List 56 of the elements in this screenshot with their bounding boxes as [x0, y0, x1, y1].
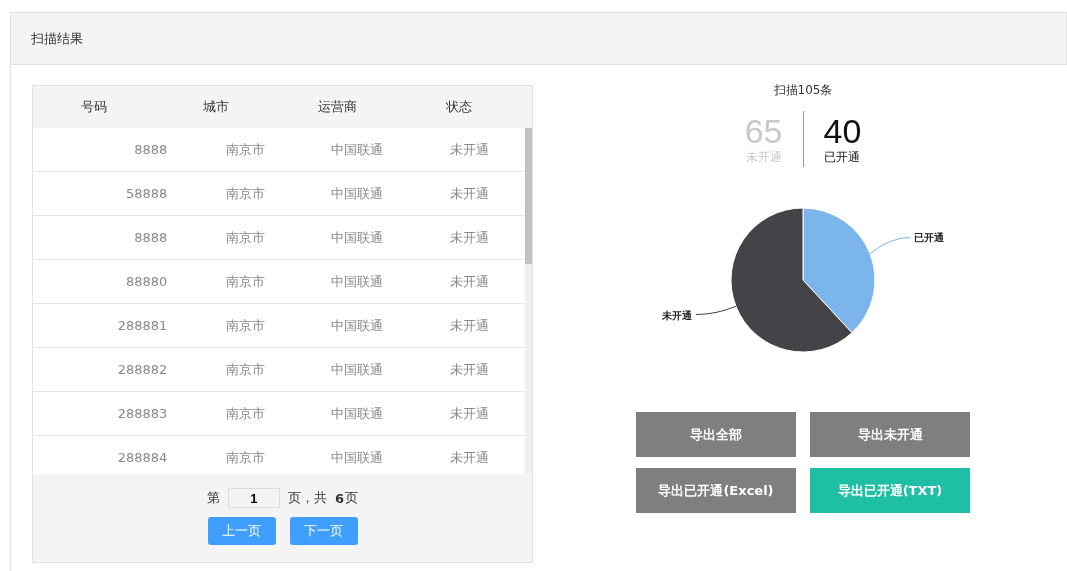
table-cell-text: 南京市	[224, 272, 266, 291]
slice-label: 已开通	[914, 232, 945, 244]
table-cell-text: 未开通	[448, 316, 490, 335]
scan-count: 扫描105条	[773, 82, 833, 99]
table-cell-text: 中国联通	[330, 448, 385, 467]
table-cell-text: 南京市	[224, 448, 266, 467]
table-cell-text: 南京市	[224, 316, 266, 335]
table-cell-text: 88880	[124, 274, 169, 289]
export-button[interactable]: 导出未开通	[810, 412, 970, 457]
table-cell-text: 中国联通	[330, 184, 385, 203]
table-cell-text: 288884	[116, 450, 169, 465]
panel-title: 扫描结果	[31, 29, 83, 48]
table-cell-text: 未开通	[448, 360, 490, 379]
leader-line	[869, 237, 911, 255]
prev-page-button[interactable]: 上一页	[207, 517, 276, 545]
table-cell-text: 未开通	[448, 272, 490, 291]
table-cell-text: 南京市	[224, 404, 266, 423]
table-cell-text: 南京市	[224, 184, 266, 203]
table-cell-text: 58888	[124, 186, 169, 201]
table-cell-text: 8888	[133, 142, 169, 157]
page-label: 页，共	[287, 489, 327, 507]
slice-label: 未开通	[661, 309, 692, 321]
table-cell-text: 288881	[116, 318, 169, 333]
table-cell-text: 中国联通	[330, 140, 385, 159]
table-cell-text: 南京市	[224, 360, 266, 379]
export-button[interactable]: 导出已开通(Excel)	[636, 468, 796, 513]
table-cell-text: 未开通	[448, 448, 490, 467]
table-cell-text: 中国联通	[330, 316, 385, 335]
table-cell-text: 未开通	[448, 228, 490, 247]
page-total: 6	[334, 490, 344, 506]
page-input[interactable]: 1	[227, 488, 280, 508]
table-cell-text: 中国联通	[330, 272, 385, 291]
stat-value: 40	[823, 112, 862, 149]
table-cell-text: 中国联通	[330, 360, 385, 379]
table-cell-text: 288882	[116, 362, 169, 377]
stat-label: 已开通	[824, 148, 861, 166]
table-cell-text: 未开通	[448, 184, 490, 203]
page-label: 页	[345, 489, 358, 507]
table-cell-text: 中国联通	[330, 404, 385, 423]
column-header: 运营商	[316, 98, 358, 116]
table-cell-text: 中国联通	[330, 228, 385, 247]
scrollbar[interactable]	[525, 128, 532, 474]
page-label: 第	[206, 489, 220, 507]
table-cell-text: 南京市	[224, 228, 266, 247]
column-header: 城市	[201, 98, 230, 116]
leader-line	[695, 305, 737, 315]
export-button[interactable]: 导出已开通(TXT)	[810, 468, 970, 513]
table-cell-text: 288883	[116, 406, 169, 421]
column-header: 状态	[445, 98, 474, 116]
export-button[interactable]: 导出全部	[636, 412, 796, 457]
table-cell-text: 南京市	[224, 140, 266, 159]
table-cell-text: 8888	[133, 230, 169, 245]
table-cell-text: 未开通	[448, 404, 490, 423]
next-page-button[interactable]: 下一页	[289, 517, 358, 545]
column-header: 号码	[79, 98, 108, 116]
table-cell-text: 未开通	[448, 140, 490, 159]
